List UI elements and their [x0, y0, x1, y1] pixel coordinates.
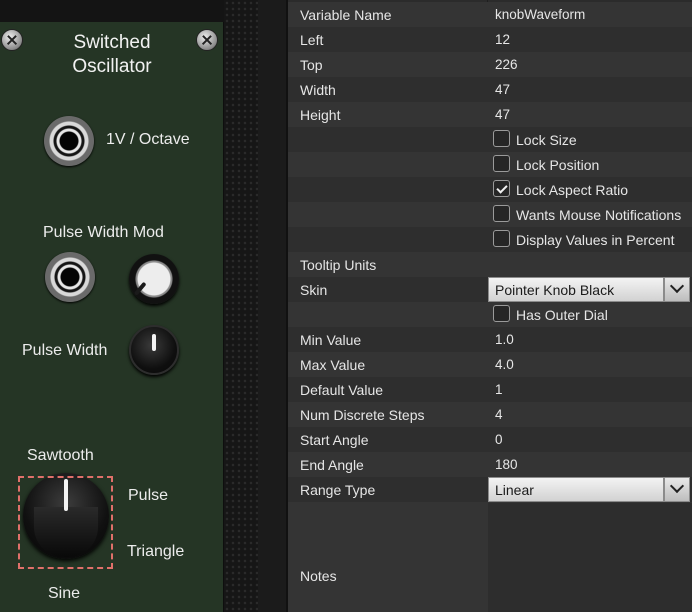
num-discrete-steps-field[interactable]: 4	[495, 407, 503, 422]
prop-row-width: Width 47	[288, 77, 692, 102]
pulse-width-mod-label: Pulse Width Mod	[43, 224, 164, 241]
knob-pointer	[133, 281, 147, 296]
pulse-width-mod-knob[interactable]	[129, 254, 179, 304]
prop-row-end-angle: End Angle 180	[288, 452, 692, 477]
prop-label: Max Value	[300, 357, 366, 373]
chevron-down-icon[interactable]	[664, 477, 690, 502]
canvas-top-strip	[0, 0, 224, 22]
prop-row-left: Left 12	[288, 27, 692, 52]
prop-row-has-outer-dial: Has Outer Dial	[288, 302, 692, 327]
design-canvas: Switched Oscillator 1V / Octave Pulse Wi…	[0, 0, 258, 612]
lock-position-label: Lock Position	[516, 157, 600, 173]
prop-row-top: Top 226	[288, 52, 692, 77]
prop-label: End Angle	[300, 457, 364, 473]
wants-mouse-notifications-checkbox[interactable]	[493, 205, 510, 222]
display-values-in-percent-checkbox[interactable]	[493, 230, 510, 247]
chevron-down-icon[interactable]	[664, 277, 690, 302]
prop-row-range-type: Range Type Linear	[288, 477, 692, 502]
prop-label: Range Type	[300, 482, 376, 498]
prop-label: Height	[300, 107, 341, 123]
module-panel[interactable]: Switched Oscillator 1V / Octave Pulse Wi…	[0, 22, 224, 612]
prop-label: Min Value	[300, 332, 362, 348]
lock-size-checkbox[interactable]	[493, 130, 510, 147]
prop-label: Start Angle	[300, 432, 369, 448]
prop-row-lock-aspect-ratio: Lock Aspect Ratio	[288, 177, 692, 202]
wants-mouse-notifications-label: Wants Mouse Notifications	[516, 207, 682, 223]
triangle-label: Triangle	[127, 543, 185, 560]
prop-row-default-value: Default Value 1	[288, 377, 692, 402]
sawtooth-label: Sawtooth	[27, 447, 94, 464]
prop-label: Variable Name	[300, 7, 392, 23]
notes-textarea[interactable]	[488, 503, 692, 612]
height-field[interactable]: 47	[495, 107, 510, 122]
pulse-width-label: Pulse Width	[22, 342, 108, 359]
lock-position-checkbox[interactable]	[493, 155, 510, 172]
end-angle-field[interactable]: 180	[495, 457, 518, 472]
prop-label: Left	[300, 32, 324, 48]
prop-row-max-value: Max Value 4.0	[288, 352, 692, 377]
screw-icon	[1, 29, 23, 51]
pulse-label: Pulse	[128, 487, 169, 504]
canvas-background	[224, 0, 258, 612]
property-inspector: Variable Name knobWaveform Left 12 Top 2…	[286, 0, 692, 612]
prop-label: Default Value	[300, 382, 384, 398]
prop-row-variable-name: Variable Name knobWaveform	[288, 2, 692, 27]
left-field[interactable]: 12	[495, 32, 510, 47]
skin-dropdown[interactable]: Pointer Knob Black	[488, 277, 664, 302]
prop-label: Top	[300, 57, 323, 73]
v-per-octave-label: 1V / Octave	[106, 131, 190, 148]
default-value-field[interactable]: 1	[495, 382, 503, 397]
prop-row-num-discrete-steps: Num Discrete Steps 4	[288, 402, 692, 427]
prop-label: Notes	[300, 568, 337, 584]
range-type-dropdown-value: Linear	[495, 482, 534, 498]
prop-label: Tooltip Units	[300, 257, 377, 273]
prop-row-start-angle: Start Angle 0	[288, 427, 692, 452]
prop-label: Num Discrete Steps	[300, 407, 425, 423]
module-title-line2: Oscillator	[72, 56, 152, 77]
prop-row-lock-position: Lock Position	[288, 152, 692, 177]
max-value-field[interactable]: 4.0	[495, 357, 514, 372]
pulse-width-mod-jack[interactable]	[45, 252, 95, 302]
screw-icon	[196, 29, 218, 51]
module-title-line1: Switched	[73, 32, 151, 53]
has-outer-dial-label: Has Outer Dial	[516, 307, 608, 323]
prop-row-tooltip-units: Tooltip Units	[288, 252, 692, 277]
lock-size-label: Lock Size	[516, 132, 577, 148]
start-angle-field[interactable]: 0	[495, 432, 503, 447]
prop-row-height: Height 47	[288, 102, 692, 127]
selection-outline[interactable]	[18, 476, 113, 569]
variable-name-field[interactable]: knobWaveform	[495, 7, 585, 22]
pulse-width-knob[interactable]	[129, 325, 179, 375]
prop-label: Width	[300, 82, 336, 98]
top-field[interactable]: 226	[495, 57, 518, 72]
lock-aspect-ratio-label: Lock Aspect Ratio	[516, 182, 629, 198]
lock-aspect-ratio-checkbox[interactable]	[493, 180, 510, 197]
range-type-dropdown[interactable]: Linear	[488, 477, 664, 502]
v-per-octave-jack[interactable]	[44, 116, 94, 166]
has-outer-dial-checkbox[interactable]	[493, 305, 510, 322]
prop-label: Skin	[300, 282, 328, 298]
knob-pointer	[152, 334, 156, 351]
sine-label: Sine	[48, 585, 81, 602]
width-field[interactable]: 47	[495, 82, 510, 97]
prop-row-display-values-in-percent: Display Values in Percent	[288, 227, 692, 252]
display-values-in-percent-label: Display Values in Percent	[516, 232, 675, 248]
prop-row-min-value: Min Value 1.0	[288, 327, 692, 352]
prop-row-lock-size: Lock Size	[288, 127, 692, 152]
prop-row-skin: Skin Pointer Knob Black	[288, 277, 692, 302]
min-value-field[interactable]: 1.0	[495, 332, 514, 347]
prop-row-wants-mouse-notifications: Wants Mouse Notifications	[288, 202, 692, 227]
skin-dropdown-value: Pointer Knob Black	[495, 282, 615, 298]
